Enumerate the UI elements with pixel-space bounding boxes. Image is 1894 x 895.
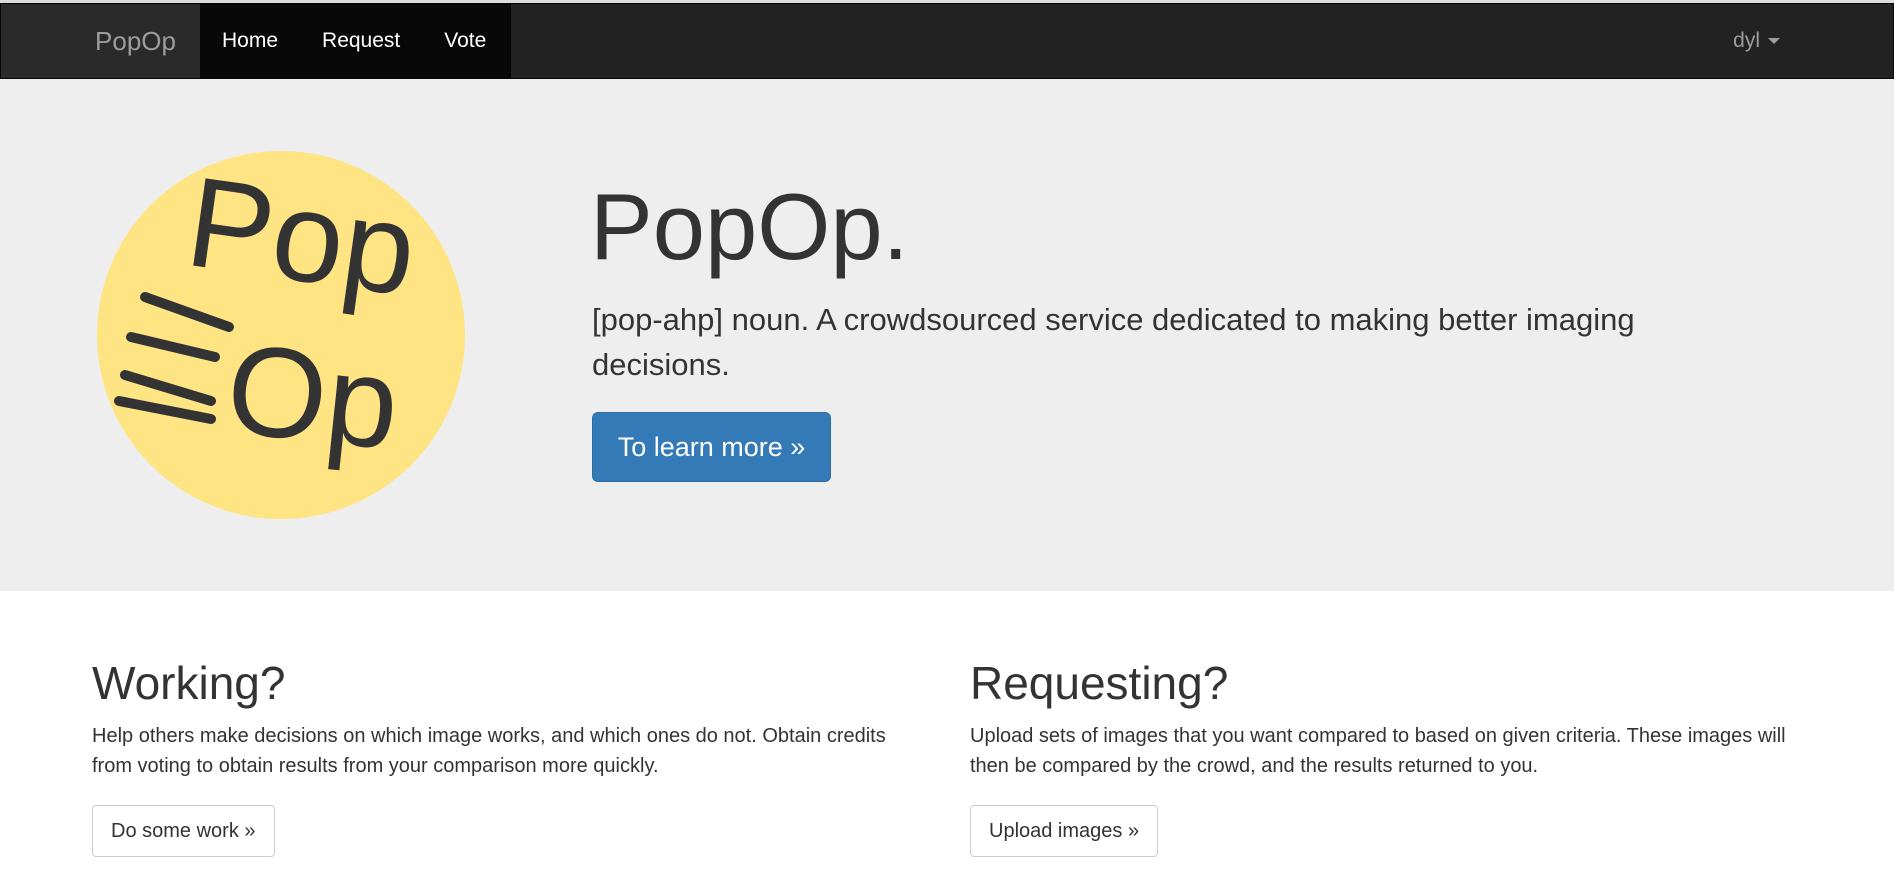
working-column: Working? Help others make decisions on w… (92, 658, 912, 781)
user-name: dyl (1733, 29, 1760, 52)
do-some-work-button[interactable]: Do some work » (92, 805, 275, 857)
nav-vote[interactable]: Vote (422, 4, 508, 78)
nav-home[interactable]: Home (200, 4, 300, 78)
user-dropdown[interactable]: dyl (1733, 4, 1780, 78)
requesting-heading: Requesting? (970, 657, 1229, 709)
nav-request[interactable]: Request (300, 4, 422, 78)
requesting-column: Requesting? Upload sets of images that y… (970, 658, 1790, 781)
working-text: Help others make decisions on which imag… (92, 724, 886, 777)
popop-logo: Pop Op (97, 151, 465, 519)
hero-title: PopOp. (590, 174, 909, 279)
learn-more-button[interactable]: To learn more » (592, 412, 831, 482)
logo-text-op: Op (220, 317, 405, 477)
upload-images-button[interactable]: Upload images » (970, 805, 1159, 857)
caret-down-icon (1768, 38, 1780, 44)
nav-links: Home Request Vote (200, 4, 511, 78)
hero-jumbotron: Pop Op PopOp. [pop-ahp] noun. A crowdsou… (0, 79, 1894, 591)
navbar: PopOp Home Request Vote dyl (0, 3, 1894, 79)
working-heading: Working? (92, 657, 286, 709)
requesting-text: Upload sets of images that you want comp… (970, 724, 1786, 777)
hero-description: [pop-ahp] noun. A crowdsourced service d… (592, 302, 1635, 382)
brand-link[interactable]: PopOp (1, 4, 200, 78)
